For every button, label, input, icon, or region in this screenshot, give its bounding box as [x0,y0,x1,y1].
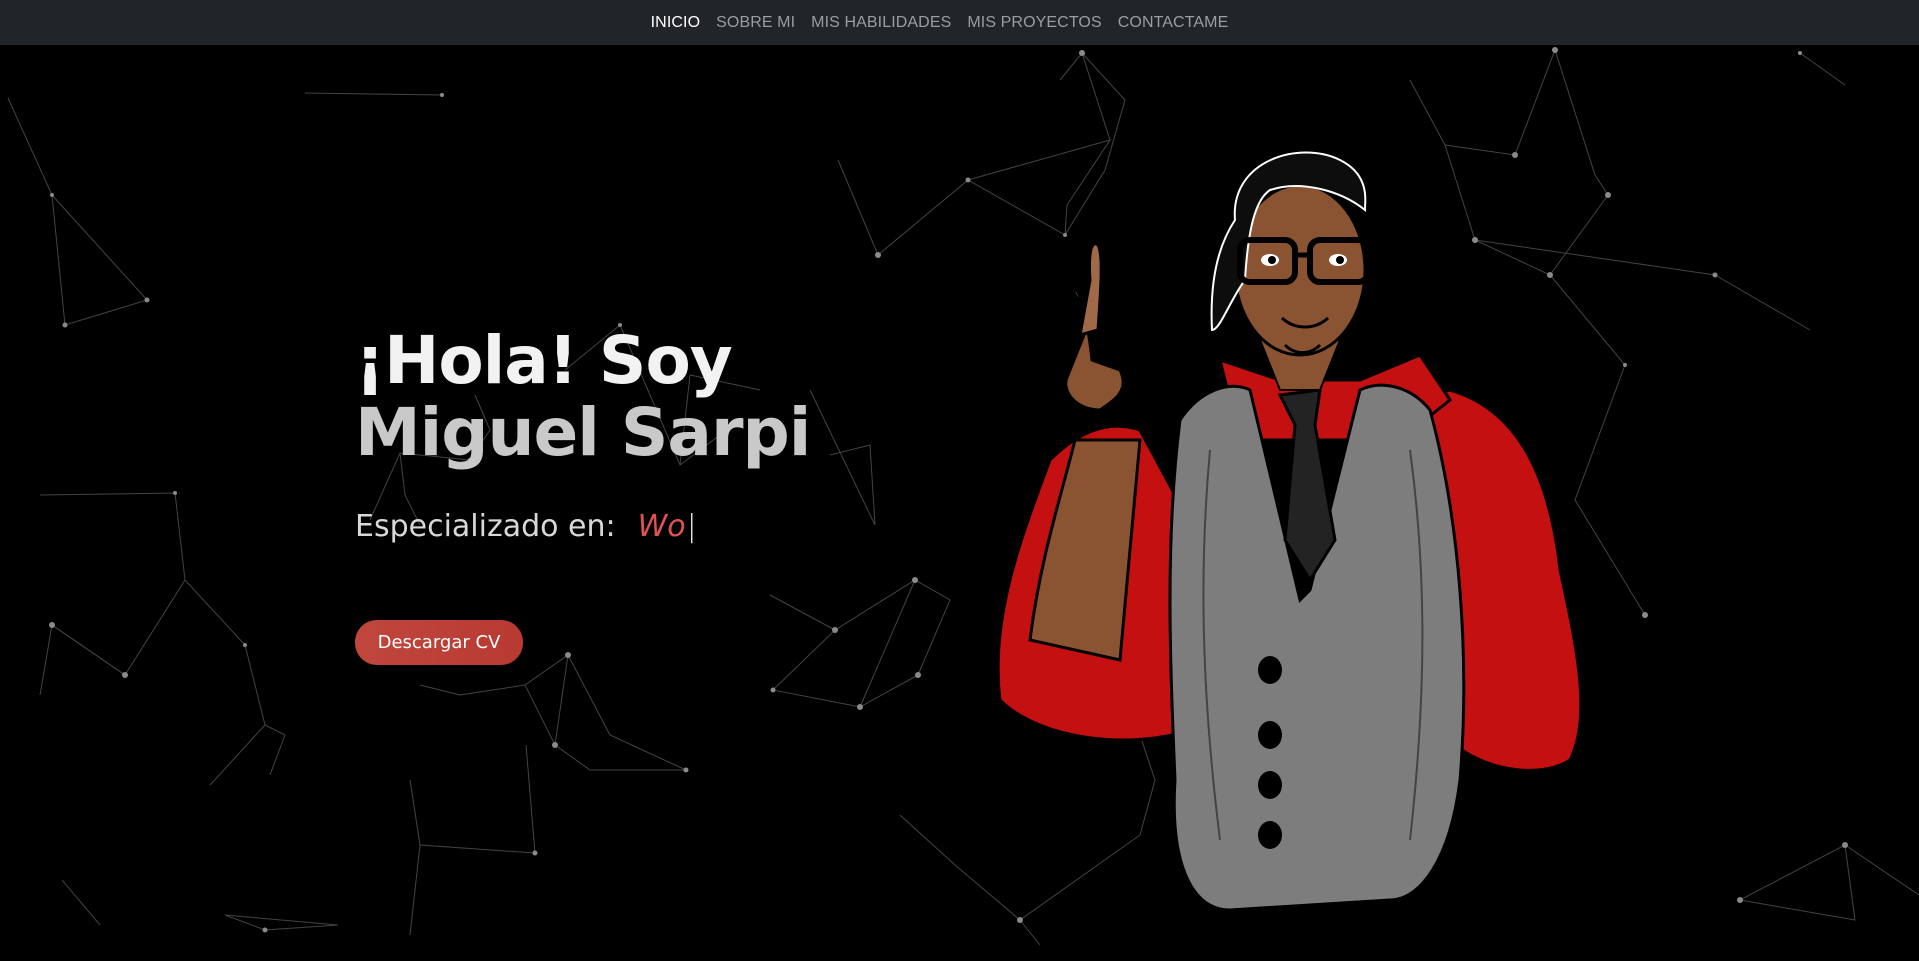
hero-name: Miguel Sarpi [355,394,811,471]
particle-network-background [7,47,1919,946]
specialty-typed-text: Wo [637,509,686,544]
avatar-illustration [996,151,1583,961]
hero-section: ¡Hola! Soy Miguel Sarpi Especializado en… [355,322,811,545]
download-cv-button[interactable]: Descargar CV [355,620,523,665]
page: INICIO SOBRE MI MIS HABILIDADES MIS PROY… [0,0,1919,961]
hero-heading: ¡Hola! Soy Miguel Sarpi [355,322,811,471]
nav-item-sobre-mi[interactable]: SOBRE MI [708,14,803,31]
hero-greeting: ¡Hola! Soy [355,322,733,399]
typing-cursor: | [686,509,697,544]
nav-item-mis-habilidades[interactable]: MIS HABILIDADES [803,14,959,31]
nav-menu: INICIO SOBRE MI MIS HABILIDADES MIS PROY… [643,14,1237,32]
nav-item-contactame[interactable]: CONTACTAME [1110,14,1237,31]
navbar: INICIO SOBRE MI MIS HABILIDADES MIS PROY… [0,0,1919,45]
nav-item-mis-proyectos[interactable]: MIS PROYECTOS [959,14,1109,31]
specialty-label: Especializado en: [355,509,616,544]
specialty-line: Especializado en: Wo | [355,509,810,544]
nav-item-inicio[interactable]: INICIO [643,14,709,31]
